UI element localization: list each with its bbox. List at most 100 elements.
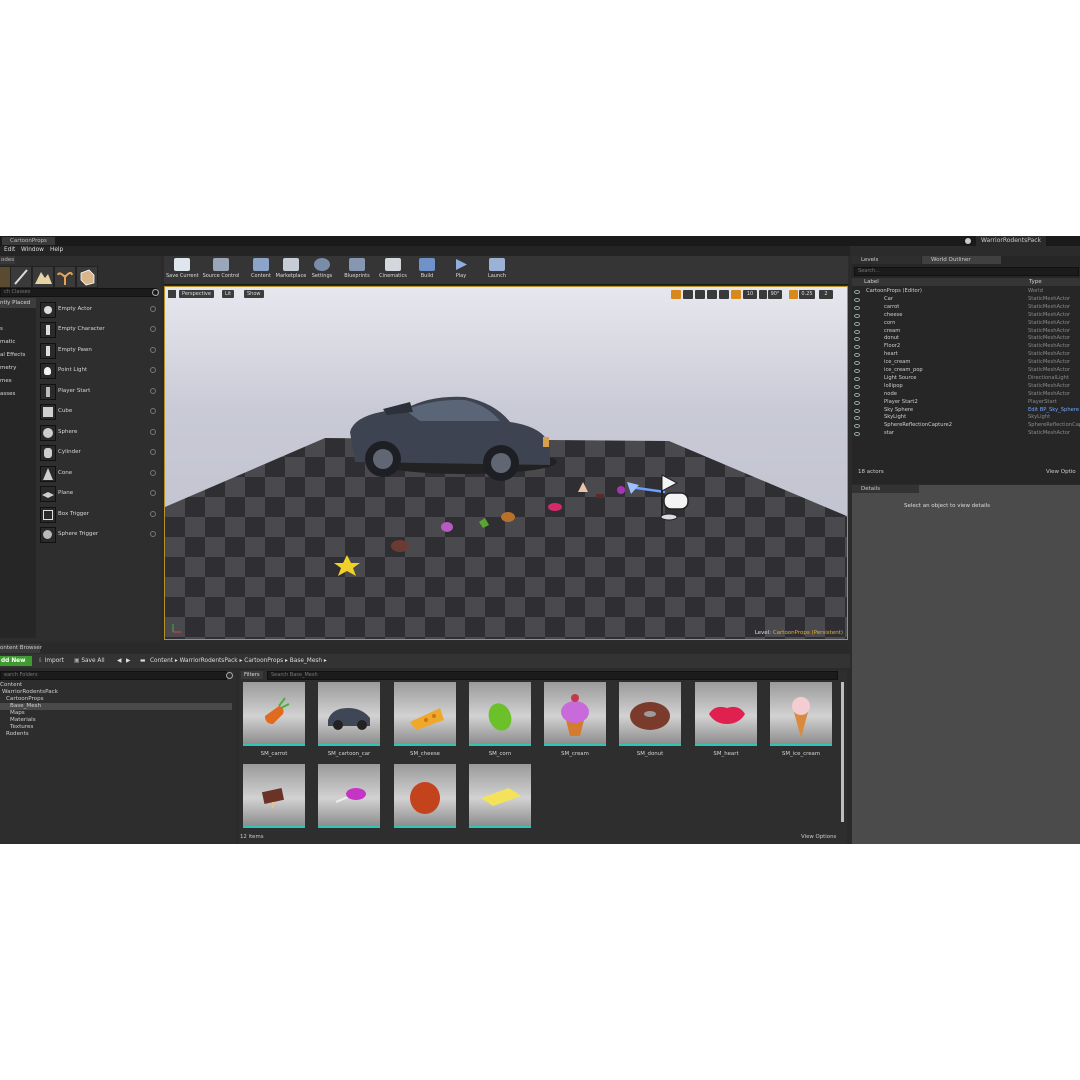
category-cinematic[interactable]: matic xyxy=(0,337,36,347)
asset-tile[interactable]: SM_cartoon_car xyxy=(318,682,387,757)
category-lights[interactable]: s xyxy=(0,324,36,334)
category-all-classes[interactable]: asses xyxy=(0,389,36,399)
outliner-row[interactable]: Car StaticMeshActor xyxy=(852,296,1080,304)
place-item[interactable]: Point Light xyxy=(38,361,158,380)
tab-levels[interactable]: Levels xyxy=(852,256,921,264)
outliner-search-input[interactable]: Search... xyxy=(854,267,1079,276)
back-arrow-icon[interactable]: ◀ xyxy=(117,656,121,666)
scale-snap-value[interactable]: 0.25 xyxy=(799,290,815,299)
scale-snap-toggle[interactable] xyxy=(789,290,798,299)
foliage-mode-icon[interactable] xyxy=(54,266,76,288)
geometry-mode-icon[interactable] xyxy=(76,266,98,288)
play-button[interactable]: Play xyxy=(450,257,472,283)
visibility-eye-icon[interactable] xyxy=(854,345,860,350)
rotation-snap-value[interactable]: 90° xyxy=(768,290,782,299)
outliner-row[interactable]: cream StaticMeshActor xyxy=(852,328,1080,336)
visibility-eye-icon[interactable] xyxy=(854,432,860,437)
folder-item[interactable]: Content xyxy=(0,682,232,689)
launch-button[interactable]: Launch xyxy=(484,257,510,283)
modes-tab[interactable]: odes xyxy=(0,256,15,264)
place-item[interactable]: Plane xyxy=(38,484,158,503)
grid-snap-value[interactable]: 10 xyxy=(743,290,757,299)
outliner-row[interactable]: Light Source DirectionalLight xyxy=(852,375,1080,383)
search-assets-input[interactable]: Search Base_Mesh xyxy=(267,671,838,680)
import-button[interactable]: ⇩ Import xyxy=(38,656,64,666)
place-item[interactable]: Sphere xyxy=(38,423,158,442)
forward-arrow-icon[interactable]: ▶ xyxy=(126,656,130,666)
visibility-eye-icon[interactable] xyxy=(854,400,860,405)
tab-details[interactable]: Details xyxy=(852,485,919,493)
outliner-row[interactable]: Floor2 StaticMeshActor xyxy=(852,343,1080,351)
outliner-row[interactable]: lollipop StaticMeshActor xyxy=(852,383,1080,391)
landscape-mode-icon[interactable] xyxy=(32,266,54,288)
outliner-row[interactable]: donut StaticMeshActor xyxy=(852,335,1080,343)
outliner-row[interactable]: cheese StaticMeshActor xyxy=(852,312,1080,320)
asset-scrollbar[interactable] xyxy=(841,682,844,822)
asset-tile[interactable]: SM_ice_cream xyxy=(770,682,839,757)
level-viewport[interactable]: Perspective Lit Show 10 90° 0.25 2 Level… xyxy=(164,286,848,640)
place-item[interactable]: Empty Pawn xyxy=(38,341,158,360)
tab-world-outliner[interactable]: World Outliner xyxy=(922,256,1001,264)
outliner-row[interactable]: CartoonProps (Editor) World xyxy=(852,288,1080,296)
visibility-eye-icon[interactable] xyxy=(854,297,860,302)
place-item[interactable]: Cube xyxy=(38,402,158,421)
asset-tile[interactable] xyxy=(243,764,312,833)
column-type[interactable]: Type xyxy=(1029,278,1042,286)
filters-button[interactable]: Filters xyxy=(241,671,263,679)
place-item[interactable]: Cylinder xyxy=(38,443,158,462)
content-button[interactable]: Content xyxy=(248,257,274,283)
save-all-button[interactable]: ▣ Save All xyxy=(74,656,105,666)
outliner-row[interactable]: Sky Sphere Edit BP_Sky_Sphere xyxy=(852,407,1080,415)
menu-edit[interactable]: Edit xyxy=(4,247,15,253)
asset-tile[interactable] xyxy=(394,764,463,833)
breadcrumb-content[interactable]: Content xyxy=(150,658,173,664)
outliner-row[interactable]: node StaticMeshActor xyxy=(852,391,1080,399)
asset-tile[interactable]: SM_cream xyxy=(544,682,613,757)
search-folders-input[interactable]: earch Folders xyxy=(0,671,227,680)
outliner-row[interactable]: ice_cream_pop StaticMeshActor xyxy=(852,367,1080,375)
lit-button[interactable]: Lit xyxy=(222,290,235,298)
asset-tile[interactable]: SM_cheese xyxy=(394,682,463,757)
category-volumes[interactable]: mes xyxy=(0,376,36,386)
settings-button[interactable]: Settings xyxy=(310,257,334,283)
folder-item[interactable]: Maps xyxy=(10,710,232,717)
visibility-eye-icon[interactable] xyxy=(854,376,860,381)
blueprints-button[interactable]: Blueprints xyxy=(342,257,372,283)
folder-item[interactable]: CartoonProps xyxy=(6,696,232,703)
outliner-row[interactable]: star StaticMeshActor xyxy=(852,430,1080,438)
place-item[interactable]: Empty Actor xyxy=(38,300,158,319)
modes-search-input[interactable]: ch Classes xyxy=(0,288,157,297)
add-new-button[interactable]: dd New xyxy=(0,656,32,666)
perspective-button[interactable]: Perspective xyxy=(179,290,214,298)
visibility-eye-icon[interactable] xyxy=(854,329,860,334)
viewport-options-icon[interactable] xyxy=(168,290,176,298)
asset-tile[interactable]: SM_corn xyxy=(469,682,538,757)
rotation-snap-toggle[interactable] xyxy=(759,290,767,299)
rotate-icon[interactable] xyxy=(683,290,693,299)
outliner-row[interactable]: Player Start2 PlayerStart xyxy=(852,399,1080,407)
visibility-eye-icon[interactable] xyxy=(854,369,860,373)
visibility-eye-icon[interactable] xyxy=(854,408,860,413)
visibility-eye-icon[interactable] xyxy=(854,416,860,421)
visibility-eye-icon[interactable] xyxy=(854,321,860,326)
grid-snap-toggle[interactable] xyxy=(731,290,741,299)
folder-item[interactable]: Textures xyxy=(10,724,232,731)
menu-help[interactable]: Help xyxy=(50,247,63,253)
view-options-button[interactable]: View Options xyxy=(801,834,836,840)
place-item[interactable]: Player Start xyxy=(38,382,158,401)
outliner-row[interactable]: SphereReflectionCapture2 SphereReflection… xyxy=(852,422,1080,430)
visibility-eye-icon[interactable] xyxy=(854,313,860,318)
menu-window[interactable]: Window xyxy=(21,247,44,253)
source-control-button[interactable]: Source Control xyxy=(202,257,240,283)
folder-item[interactable]: Materials xyxy=(10,717,232,724)
visibility-eye-icon[interactable] xyxy=(854,337,860,342)
visibility-eye-icon[interactable] xyxy=(854,290,860,294)
asset-tile[interactable]: SM_donut xyxy=(619,682,688,757)
category-visual-effects[interactable]: al Effects xyxy=(0,350,36,360)
scale-icon[interactable] xyxy=(695,290,705,299)
outliner-row[interactable]: SkyLight SkyLight xyxy=(852,414,1080,422)
folder-item[interactable]: WarriorRodentsPack xyxy=(2,689,232,696)
visibility-eye-icon[interactable] xyxy=(854,361,860,366)
world-local-icon[interactable] xyxy=(707,290,717,299)
asset-tile[interactable]: SM_heart xyxy=(695,682,764,757)
